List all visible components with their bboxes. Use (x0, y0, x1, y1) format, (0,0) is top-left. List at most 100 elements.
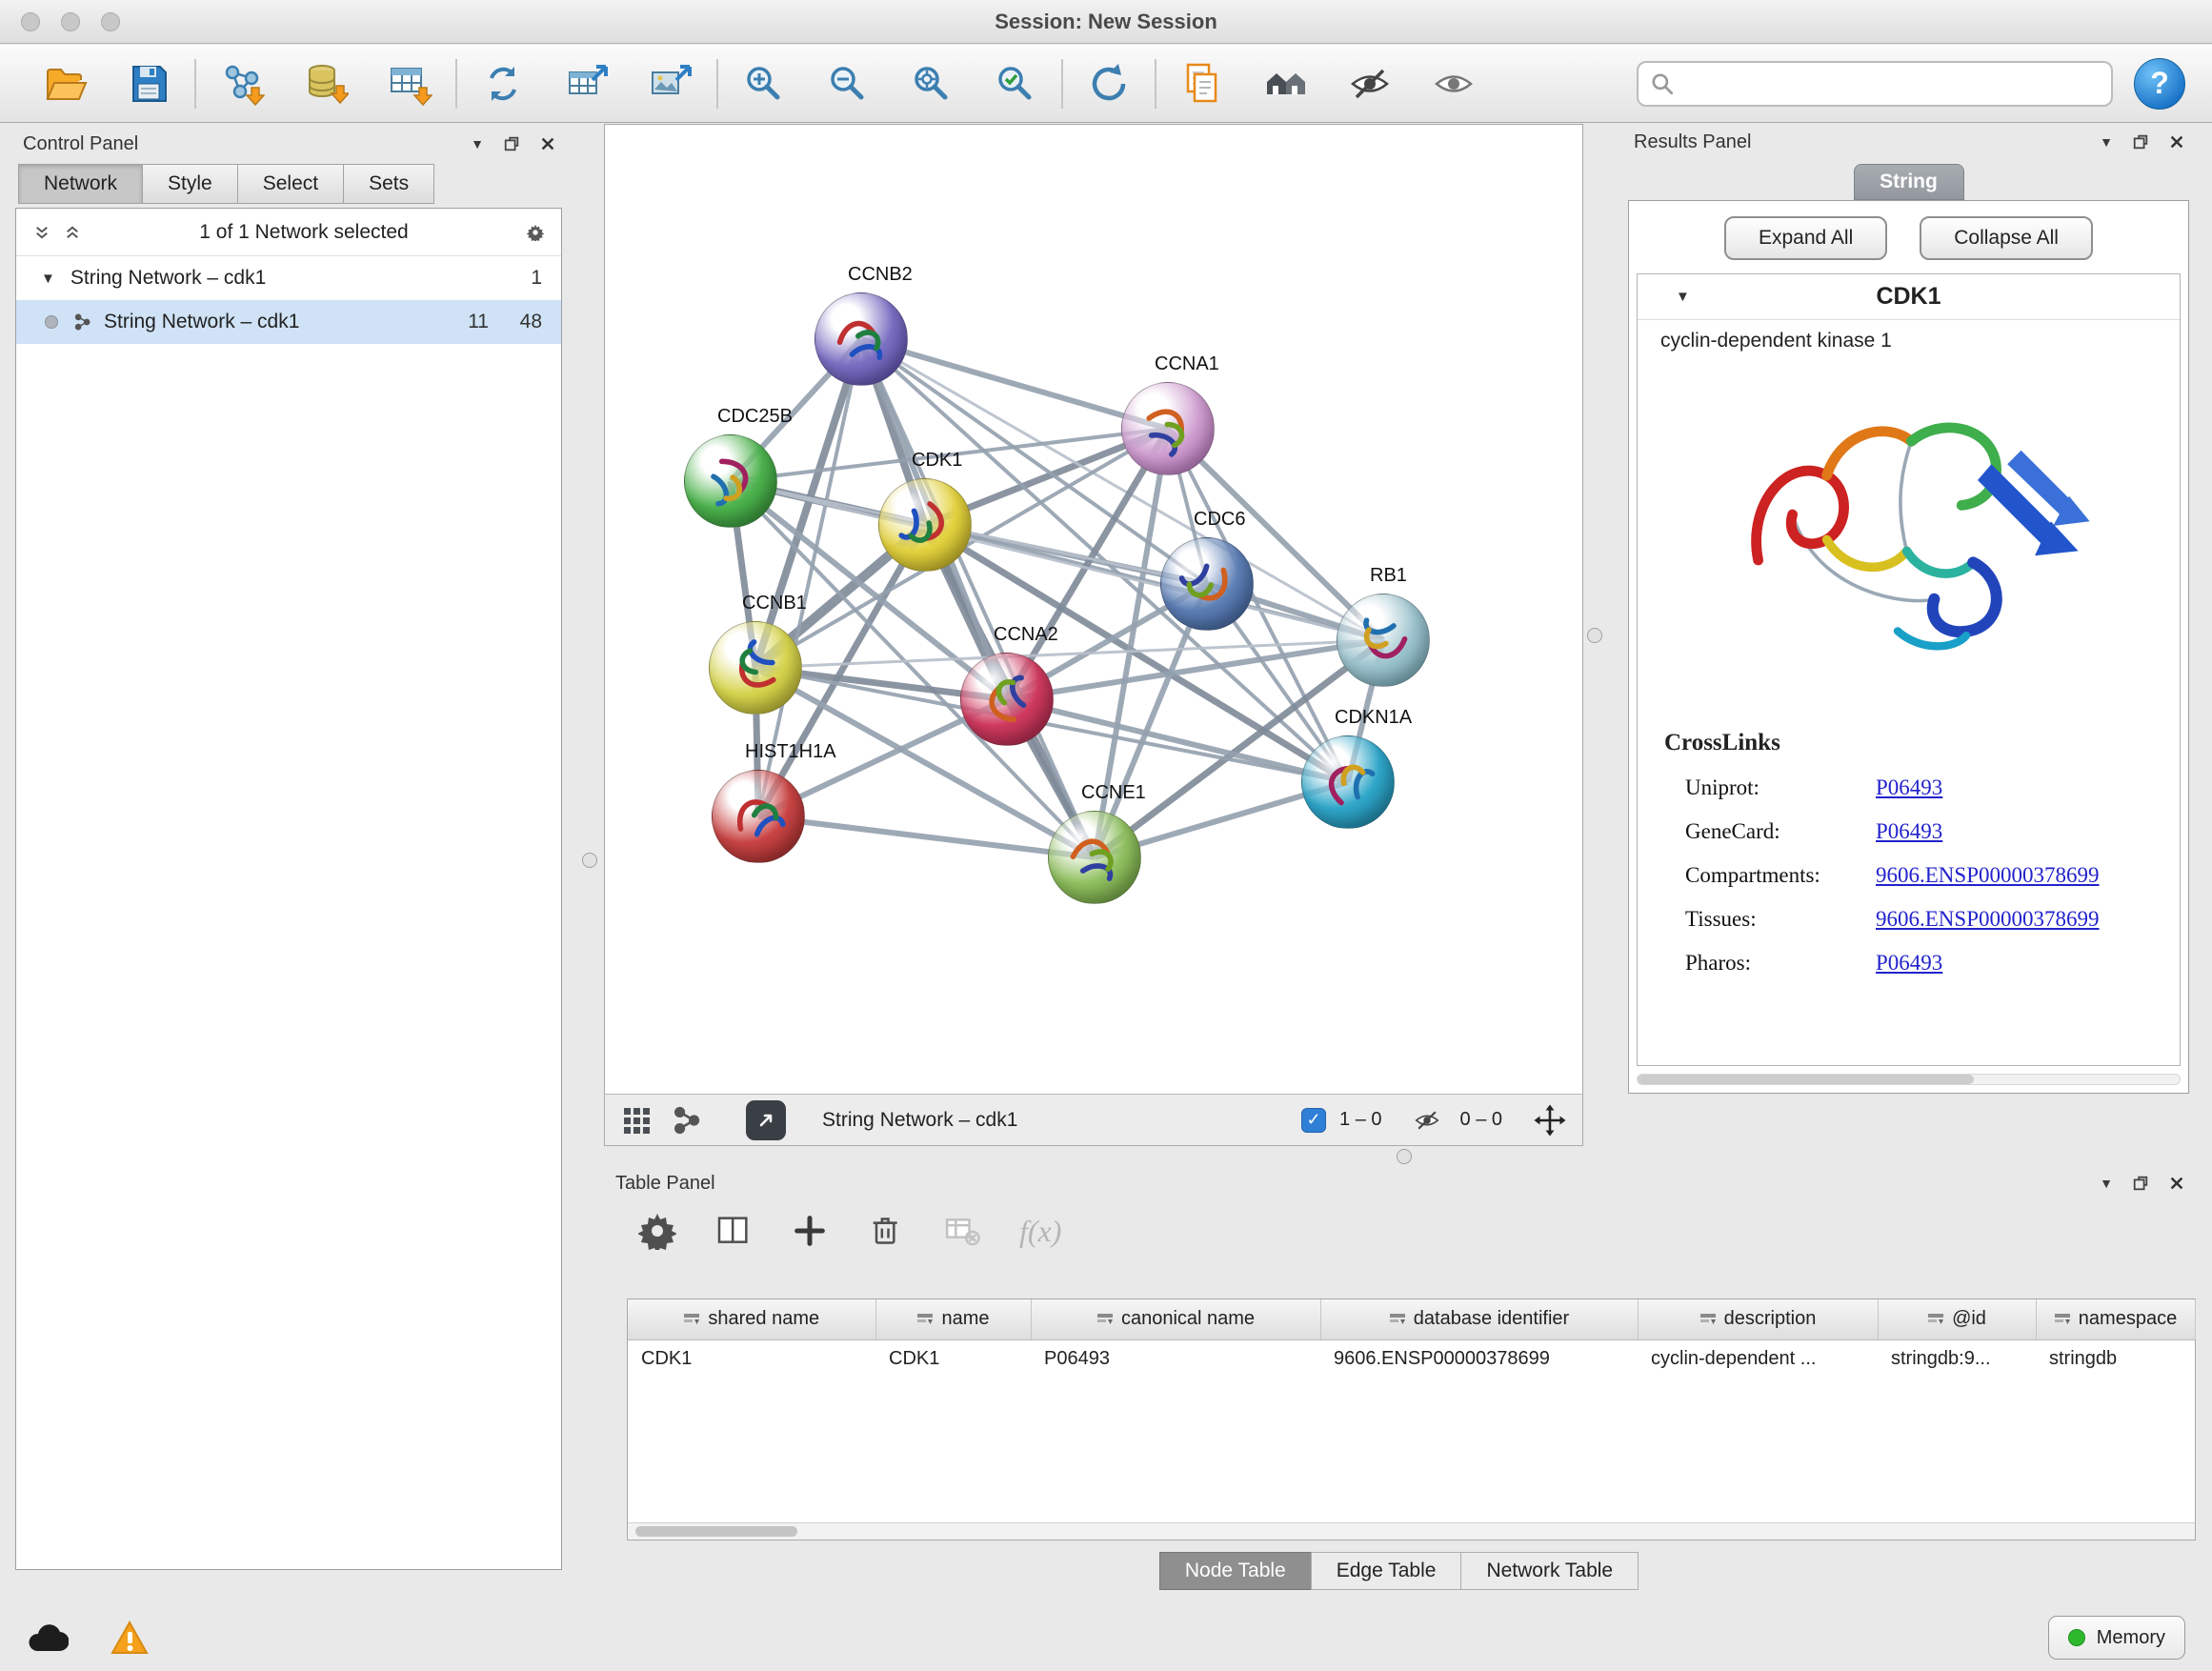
tab-string[interactable]: String (1854, 164, 1964, 200)
export-image-icon[interactable] (629, 61, 713, 107)
column-header-database-identifier[interactable]: database identifier (1320, 1299, 1638, 1339)
cloud-status-icon[interactable] (27, 1621, 69, 1655)
column-header-id[interactable]: @id (1878, 1299, 2036, 1339)
crosslink-label: Compartments: (1685, 863, 1876, 888)
network-collection-row[interactable]: ▼ String Network – cdk1 1 (16, 256, 561, 300)
column-header-name[interactable]: name (875, 1299, 1031, 1339)
delete-column-trash-icon[interactable] (867, 1212, 905, 1250)
detach-view-button[interactable] (746, 1100, 786, 1140)
panel-menu-icon[interactable]: ▼ (2100, 134, 2113, 150)
tab-node-table[interactable]: Node Table (1159, 1552, 1312, 1590)
entry-disclosure-icon[interactable]: ▼ (1676, 289, 1690, 305)
splitter-handle[interactable] (582, 853, 597, 868)
network-row[interactable]: String Network – cdk1 11 48 (16, 300, 561, 344)
tab-network-table[interactable]: Network Table (1460, 1552, 1639, 1590)
panel-close-icon[interactable] (539, 135, 556, 152)
table-settings-gear-icon[interactable] (638, 1212, 676, 1250)
network-node-rb1[interactable] (1337, 594, 1430, 687)
tab-network[interactable]: Network (18, 164, 143, 204)
cell-id[interactable]: stringdb:9... (1878, 1339, 2036, 1378)
select-columns-icon[interactable] (714, 1212, 753, 1250)
crosslink-uniprot[interactable]: P06493 (1876, 775, 1942, 800)
network-node-ccna1[interactable] (1121, 382, 1215, 475)
expand-all-button[interactable]: Expand All (1724, 216, 1887, 260)
birds-eye-view-icon[interactable] (622, 1106, 651, 1135)
search-input[interactable] (1684, 72, 2100, 94)
panel-float-icon[interactable] (503, 135, 520, 152)
home-views-icon[interactable] (1244, 61, 1328, 107)
crosslink-tissues[interactable]: 9606.ENSP00000378699 (1876, 907, 2100, 932)
import-network-from-database-icon[interactable] (284, 61, 368, 107)
zoom-selected-icon[interactable] (974, 61, 1057, 107)
network-node-cdc6[interactable] (1160, 537, 1254, 631)
expand-all-networks-icon[interactable] (64, 224, 81, 241)
crosslink-compartments[interactable]: 9606.ENSP00000378699 (1876, 863, 2100, 888)
hide-details-icon[interactable] (1328, 61, 1412, 107)
network-share-icon[interactable] (672, 1106, 700, 1135)
export-table-icon[interactable] (545, 61, 629, 107)
table-horizontal-scrollbar[interactable] (628, 1522, 2195, 1540)
splitter-handle[interactable] (1587, 628, 1602, 643)
network-node-ccnb1[interactable] (709, 621, 802, 715)
network-node-ccne1[interactable] (1048, 811, 1141, 904)
network-node-ccna2[interactable] (960, 653, 1054, 746)
panel-close-icon[interactable] (2168, 1175, 2185, 1192)
cell-shared-name[interactable]: CDK1 (628, 1339, 875, 1378)
network-node-cdc25b[interactable] (684, 434, 777, 528)
warning-icon[interactable] (111, 1620, 149, 1656)
tab-sets[interactable]: Sets (343, 164, 434, 204)
panel-close-icon[interactable] (2168, 133, 2185, 151)
zoom-out-icon[interactable] (806, 61, 890, 107)
memory-button[interactable]: Memory (2048, 1616, 2185, 1660)
zoom-fit-icon[interactable] (890, 61, 974, 107)
zoom-in-icon[interactable] (722, 61, 806, 107)
add-column-icon[interactable] (791, 1212, 829, 1250)
column-header-description[interactable]: description (1638, 1299, 1878, 1339)
panel-float-icon[interactable] (2132, 133, 2149, 151)
panel-float-icon[interactable] (2132, 1175, 2149, 1192)
cell-canonical-name[interactable]: P06493 (1031, 1339, 1320, 1378)
apply-layout-icon[interactable] (1067, 61, 1151, 107)
panel-menu-icon[interactable]: ▼ (471, 136, 484, 151)
show-details-icon[interactable] (1412, 61, 1496, 107)
column-header-shared-name[interactable]: shared name (628, 1299, 875, 1339)
tab-select[interactable]: Select (237, 164, 344, 204)
network-node-hist1h1a[interactable] (712, 770, 805, 863)
column-header-canonical-name[interactable]: canonical name (1031, 1299, 1320, 1339)
network-node-label: CDKN1A (1335, 707, 1412, 729)
import-network-from-file-icon[interactable] (200, 61, 284, 107)
table-row[interactable]: CDK1 CDK1 P06493 9606.ENSP00000378699 cy… (628, 1339, 2195, 1378)
cell-namespace[interactable]: stringdb (2036, 1339, 2195, 1378)
collapse-all-button[interactable]: Collapse All (1920, 216, 2093, 260)
crosslink-genecard[interactable]: P06493 (1876, 819, 1942, 844)
help-button[interactable]: ? (2134, 58, 2185, 110)
network-options-gear-icon[interactable] (527, 224, 544, 241)
collection-disclosure-icon[interactable]: ▼ (41, 271, 55, 287)
cell-database-identifier[interactable]: 9606.ENSP00000378699 (1320, 1339, 1638, 1378)
cell-name[interactable]: CDK1 (875, 1339, 1031, 1378)
network-node-cdkn1a[interactable] (1301, 735, 1395, 829)
results-horizontal-scrollbar[interactable] (1637, 1074, 2181, 1085)
save-session-icon[interactable] (107, 61, 191, 107)
hidden-eye-slash-icon[interactable] (1413, 1106, 1441, 1135)
panel-menu-icon[interactable]: ▼ (2100, 1176, 2113, 1191)
minimize-window-button[interactable] (61, 12, 80, 31)
network-node-ccnb2[interactable] (814, 292, 908, 386)
open-session-icon[interactable] (23, 61, 107, 107)
pan-move-icon[interactable] (1533, 1103, 1567, 1137)
network-canvas[interactable]: CCNB2CCNA1CDC25BCDK1CDC6RB1CCNB1CCNA2CDK… (605, 125, 1582, 1094)
sync-network-icon[interactable] (461, 61, 545, 107)
maximize-window-button[interactable] (101, 12, 120, 31)
close-window-button[interactable] (21, 12, 40, 31)
copy-document-icon[interactable] (1160, 61, 1244, 107)
cell-description[interactable]: cyclin-dependent ... (1638, 1339, 1878, 1378)
collapse-all-networks-icon[interactable] (33, 224, 50, 241)
selected-checkbox-icon[interactable]: ✓ (1301, 1108, 1326, 1133)
import-table-from-file-icon[interactable] (368, 61, 452, 107)
network-node-cdk1[interactable] (878, 478, 972, 572)
tab-style[interactable]: Style (142, 164, 238, 204)
tab-edge-table[interactable]: Edge Table (1311, 1552, 1462, 1590)
crosslink-pharos[interactable]: P06493 (1876, 951, 1942, 976)
splitter-handle[interactable] (1397, 1149, 1412, 1164)
column-header-namespace[interactable]: namespace (2036, 1299, 2195, 1339)
